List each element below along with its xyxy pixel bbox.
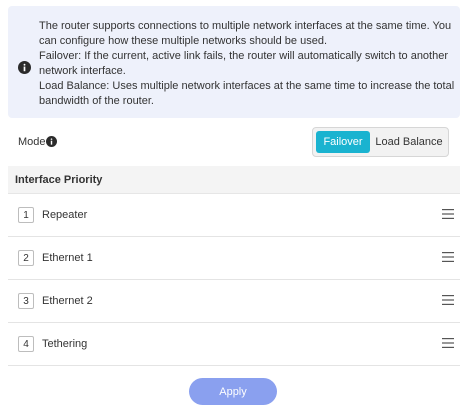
drag-handle-icon[interactable]: [442, 208, 454, 220]
mode-option-load-balance[interactable]: Load Balance: [371, 131, 447, 153]
list-item[interactable]: 3 Ethernet 2: [8, 280, 460, 323]
mode-label: Mode: [18, 136, 46, 148]
interface-label: Ethernet 1: [42, 252, 93, 264]
mode-row: Mode Failover Load Balance: [0, 124, 474, 160]
priority-number: 3: [18, 293, 34, 309]
info-line-load-balance: Load Balance: Uses multiple network inte…: [39, 80, 455, 107]
apply-button[interactable]: Apply: [189, 378, 277, 405]
interface-label: Tethering: [42, 338, 88, 350]
drag-handle-icon[interactable]: [442, 251, 454, 263]
priority-number: 4: [18, 336, 34, 352]
info-circle-icon: [18, 61, 31, 74]
list-item[interactable]: 1 Repeater: [8, 194, 460, 237]
info-line-failover: Failover: If the current, active link fa…: [39, 50, 449, 77]
info-banner: The router supports connections to multi…: [8, 6, 460, 118]
info-text: The router supports connections to multi…: [39, 19, 455, 109]
priority-number: 1: [18, 207, 34, 223]
priority-number: 2: [18, 250, 34, 266]
section-title: Interface Priority: [15, 174, 103, 186]
info-line-general: The router supports connections to multi…: [39, 20, 452, 47]
interface-label: Ethernet 2: [42, 295, 93, 307]
drag-handle-icon[interactable]: [442, 294, 454, 306]
mode-toggle: Failover Load Balance: [312, 127, 449, 157]
mode-option-failover[interactable]: Failover: [316, 131, 370, 153]
list-item[interactable]: 2 Ethernet 1: [8, 237, 460, 280]
interface-label: Repeater: [42, 209, 88, 221]
interface-priority-header: Interface Priority: [8, 166, 460, 194]
info-circle-icon[interactable]: [46, 136, 57, 147]
interface-priority-list: 1 Repeater 2 Ethernet 1 3 Ethernet 2 4 T…: [8, 194, 460, 366]
drag-handle-icon[interactable]: [442, 337, 454, 349]
list-item[interactable]: 4 Tethering: [8, 323, 460, 366]
